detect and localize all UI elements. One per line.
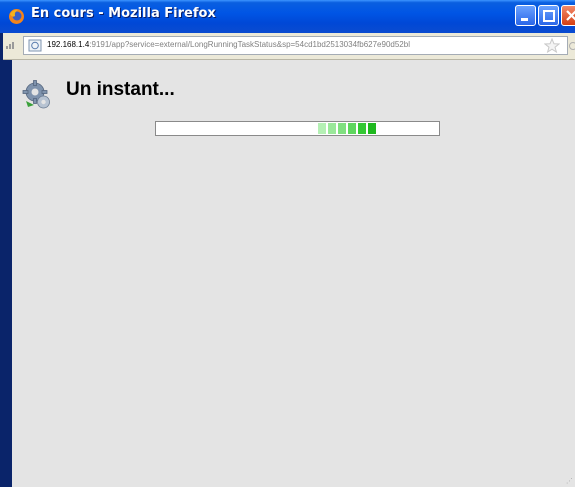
address-bar: 192.168.1.4:9191/app?service=external/Lo… [3,33,575,60]
page-content: Un instant... ⋰ [12,60,575,487]
close-icon [566,10,575,21]
signal-icon [6,42,14,49]
minimize-button[interactable] [515,5,536,26]
resize-grip[interactable]: ⋰ [566,477,573,485]
url-host: 192.168.1.4 [47,40,90,49]
progress-segment [318,123,326,134]
firefox-icon [9,9,24,24]
star-icon[interactable] [544,38,560,53]
progress-segment [348,123,356,134]
page-heading: Un instant... [66,79,175,100]
close-button[interactable] [561,5,575,26]
progress-segment [338,123,346,134]
url-path: :9191/app?service=external/LongRunningTa… [89,40,410,49]
url-field[interactable]: 192.168.1.4:9191/app?service=external/Lo… [23,36,568,55]
title-bar[interactable]: En cours - Mozilla Firefox [0,0,575,33]
browser-window: En cours - Mozilla Firefox 192.168.1.4:9… [0,0,575,487]
site-identity-icon[interactable] [28,39,42,52]
gears-icon [22,80,50,109]
progress-indicator [155,121,440,136]
progress-segment [358,123,366,134]
window-title: En cours - Mozilla Firefox [31,6,216,21]
maximize-icon [543,10,555,22]
progress-segment [368,123,376,134]
toolbar-overflow-icon[interactable] [569,41,575,51]
minimize-icon [521,18,528,21]
maximize-button[interactable] [538,5,559,26]
url-text: 192.168.1.4:9191/app?service=external/Lo… [47,40,410,49]
progress-segment [328,123,336,134]
